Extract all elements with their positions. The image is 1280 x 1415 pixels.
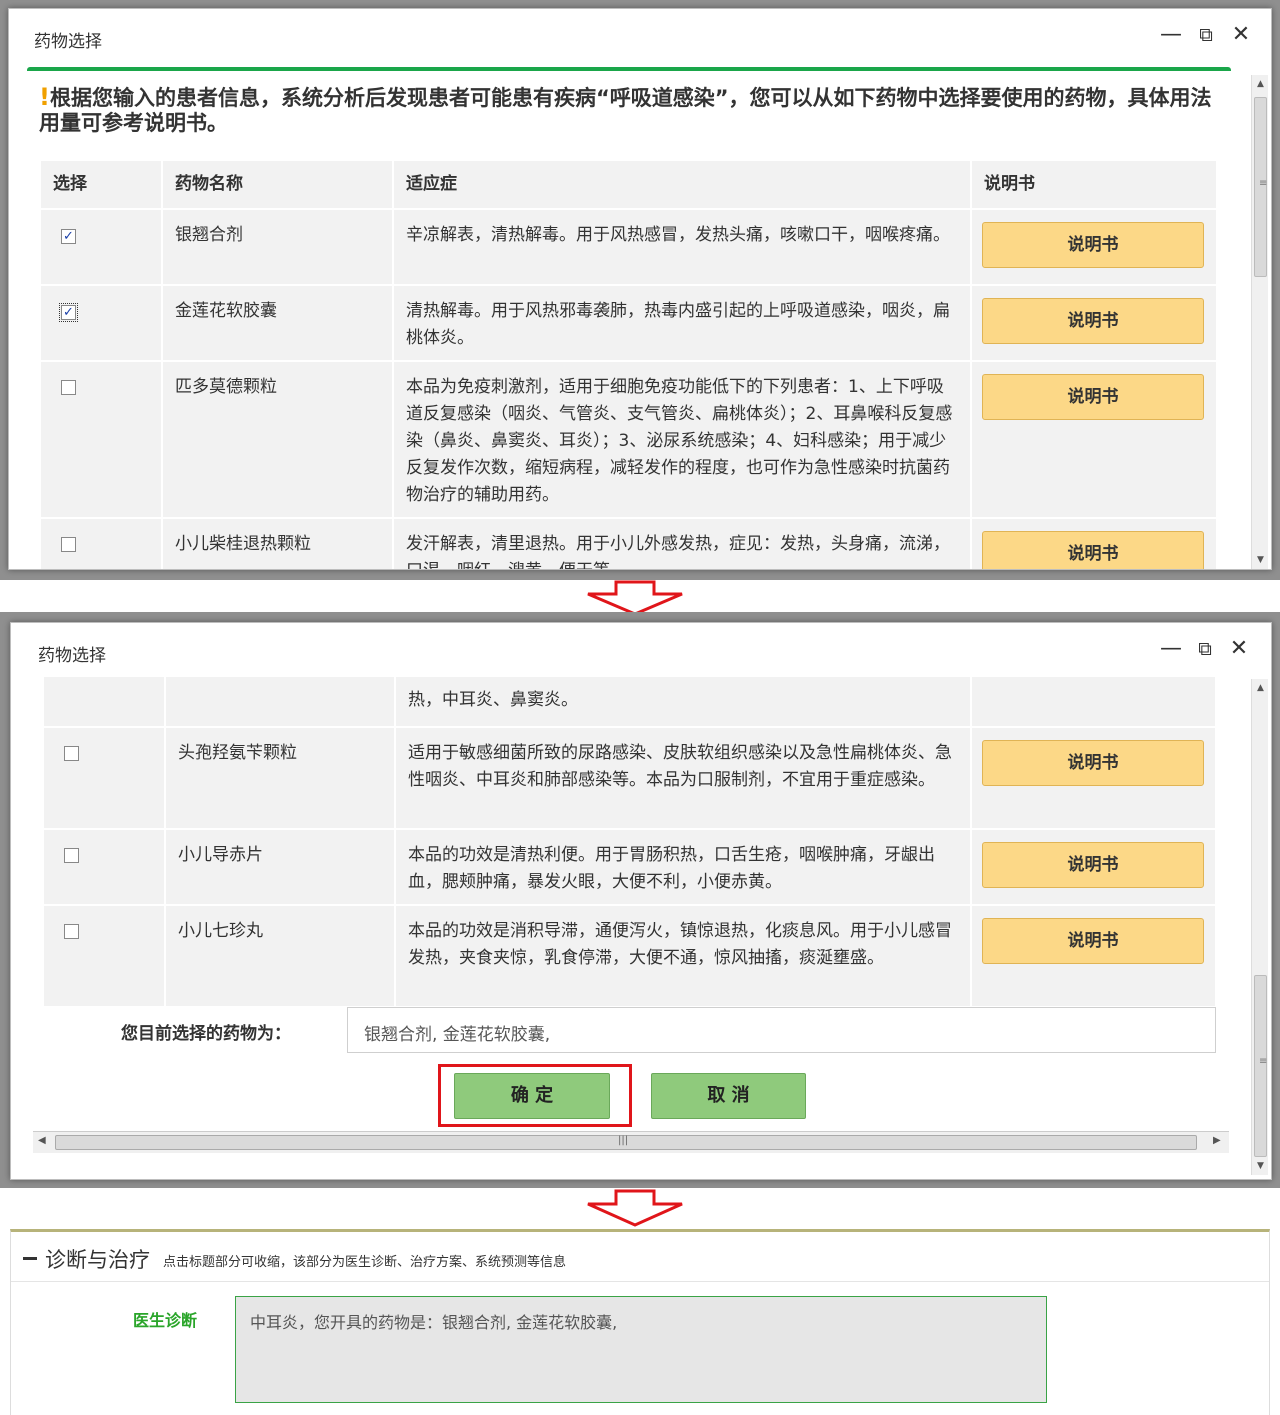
col-indication: 适应症: [393, 161, 972, 210]
scroll-thumb[interactable]: ≡: [1254, 975, 1267, 1157]
drug-indication: 清热解毒。用于风热邪毒袭肺，热毒内盛引起的上呼吸道感染，咽炎，扁桃体炎。: [393, 285, 972, 362]
ok-button[interactable]: 确 定: [454, 1073, 610, 1119]
flow-arrow-icon: [587, 580, 683, 616]
drug-indication: 适用于敏感细菌所致的尿路感染、皮肤软组织感染以及急性扁桃体炎、急性咽炎、中耳炎和…: [395, 727, 972, 830]
drug-indication: 本品的功效是清热利便。用于胃肠积热，口舌生疮，咽喉肿痛，牙龈出血，腮颊肿痛，暴发…: [395, 829, 972, 906]
drug-indication: 热，中耳炎、鼻窦炎。: [395, 677, 972, 728]
col-manual: 说明书: [971, 161, 1218, 210]
scroll-right-icon[interactable]: ▶: [1213, 1135, 1221, 1146]
notice-text: !根据您输入的患者信息，系统分析后发现患者可能患有疾病“呼吸道感染”，您可以从如…: [39, 85, 1219, 136]
dialog-titlebar: 药物选择 — ⧉ ✕: [11, 623, 1271, 677]
scroll-down-icon[interactable]: ▼: [1252, 553, 1269, 567]
manual-button[interactable]: 说明书: [982, 918, 1204, 964]
header-accent-line: [27, 67, 1231, 71]
diagnosis-section: 诊断与治疗 点击标题部分可收缩，该部分为医生诊断、治疗方案、系统预测等信息 医生…: [10, 1229, 1270, 1415]
scroll-thumb[interactable]: ≡: [1254, 97, 1267, 277]
row-checkbox[interactable]: [61, 537, 76, 552]
manual-button[interactable]: 说明书: [982, 298, 1204, 344]
drug-table-top: 选择 药物名称 适应症 说明书 ✓ 银翘合剂 辛凉解表，清热解毒。用于风热感冒，…: [41, 161, 1218, 569]
close-icon[interactable]: ✕: [1227, 637, 1251, 661]
scroll-up-icon[interactable]: ▲: [1252, 681, 1269, 695]
selected-label: 您目前选择的药物为：: [121, 1024, 291, 1044]
manual-button[interactable]: 说明书: [982, 222, 1204, 268]
row-checkbox[interactable]: [64, 924, 79, 939]
drug-name: 银翘合剂: [162, 209, 394, 286]
scroll-up-icon[interactable]: ▲: [1252, 77, 1269, 91]
notice-message: 根据您输入的患者信息，系统分析后发现患者可能患有疾病“呼吸道感染”，您可以从如下…: [39, 86, 1212, 135]
drug-table-bottom: 热，中耳炎、鼻窦炎。 头孢羟氨苄颗粒 适用于敏感细菌所致的尿路感染、皮肤软组织感…: [44, 677, 1217, 1008]
manual-button[interactable]: 说明书: [982, 374, 1204, 420]
drug-indication: 辛凉解表，清热解毒。用于风热感冒，发热头痛，咳嗽口干，咽喉疼痛。: [393, 209, 972, 286]
maximize-icon[interactable]: ⧉: [1193, 637, 1217, 661]
row-checkbox[interactable]: ✓: [61, 229, 76, 244]
close-icon[interactable]: ✕: [1229, 23, 1253, 47]
table-row: 头孢羟氨苄颗粒 适用于敏感细菌所致的尿路感染、皮肤软组织感染以及急性扁桃体炎、急…: [44, 727, 1217, 830]
table-row: 匹多莫德颗粒 本品为免疫刺激剂，适用于细胞免疫功能低下的下列患者：1、上下呼吸道…: [41, 361, 1218, 519]
diagnosis-textarea[interactable]: 中耳炎，您开具的药物是：银翘合剂, 金莲花软胶囊,: [235, 1296, 1047, 1403]
manual-button[interactable]: 说明书: [982, 842, 1204, 888]
drug-indication: 发汗解表，清里退热。用于小儿外感发热，症见：发热，头身痛，流涕，口渴，咽红，溲黄…: [393, 518, 972, 569]
drug-dialog-top: 药物选择 — ⧉ ✕ !根据您输入的患者信息，系统分析后发现患者可能患有疾病“呼…: [8, 8, 1272, 570]
drug-name: 头孢羟氨苄颗粒: [165, 727, 396, 830]
hscroll-thumb[interactable]: |||: [55, 1135, 1197, 1150]
drug-name: 小儿七珍丸: [165, 905, 396, 1008]
vertical-scrollbar[interactable]: ▲ ≡ ▼: [1251, 75, 1268, 569]
manual-button[interactable]: 说明书: [982, 531, 1204, 569]
scroll-left-icon[interactable]: ◀: [38, 1135, 46, 1146]
table-header: 选择 药物名称 适应症 说明书: [41, 161, 1218, 210]
drug-dialog-bottom: 药物选择 — ⧉ ✕ 热，中耳炎、鼻窦炎。 头孢羟氨苄颗粒 适用于敏感细菌所致的…: [10, 622, 1272, 1180]
table-row: 小儿七珍丸 本品的功效是消积导滞，通便泻火，镇惊退热，化痰息风。用于小儿感冒发热…: [44, 905, 1217, 1008]
row-checkbox[interactable]: [64, 746, 79, 761]
row-checkbox[interactable]: ✓: [59, 303, 78, 322]
drug-name: 小儿柴桂退热颗粒: [162, 518, 394, 569]
row-checkbox[interactable]: [64, 848, 79, 863]
drug-name: 金莲花软胶囊: [162, 285, 394, 362]
table-row: ✓ 金莲花软胶囊 清热解毒。用于风热邪毒袭肺，热毒内盛引起的上呼吸道感染，咽炎，…: [41, 285, 1218, 362]
drug-indication: 本品为免疫刺激剂，适用于细胞免疫功能低下的下列患者：1、上下呼吸道反复感染（咽炎…: [393, 361, 972, 519]
drug-name: 小儿导赤片: [165, 829, 396, 906]
flow-arrow-icon: [587, 1189, 683, 1227]
drug-name: 匹多莫德颗粒: [162, 361, 394, 519]
dialog-title: 药物选择: [34, 32, 102, 52]
manual-button[interactable]: 说明书: [982, 740, 1204, 786]
dialog-title: 药物选择: [38, 646, 106, 666]
section-subtitle: 点击标题部分可收缩，该部分为医生诊断、治疗方案、系统预测等信息: [163, 1255, 567, 1270]
minimize-icon[interactable]: —: [1159, 637, 1183, 661]
warning-icon: !: [39, 83, 50, 111]
maximize-icon[interactable]: ⧉: [1194, 23, 1218, 47]
cancel-button[interactable]: 取 消: [651, 1073, 806, 1119]
section-header[interactable]: 诊断与治疗 点击标题部分可收缩，该部分为医生诊断、治疗方案、系统预测等信息: [11, 1232, 1269, 1282]
col-select: 选择: [41, 161, 163, 210]
horizontal-scrollbar[interactable]: ◀ ||| ▶: [33, 1131, 1229, 1153]
minimize-icon[interactable]: —: [1159, 23, 1183, 47]
collapse-icon[interactable]: [23, 1257, 37, 1260]
section-title[interactable]: 诊断与治疗: [45, 1244, 150, 1274]
table-row: ✓ 银翘合剂 辛凉解表，清热解毒。用于风热感冒，发热头痛，咳嗽口干，咽喉疼痛。 …: [41, 209, 1218, 286]
col-name: 药物名称: [162, 161, 394, 210]
table-row: 小儿导赤片 本品的功效是清热利便。用于胃肠积热，口舌生疮，咽喉肿痛，牙龈出血，腮…: [44, 829, 1217, 906]
drug-indication: 本品的功效是消积导滞，通便泻火，镇惊退热，化痰息风。用于小儿感冒发热，夹食夹惊，…: [395, 905, 972, 1008]
table-row: 小儿柴桂退热颗粒 发汗解表，清里退热。用于小儿外感发热，症见：发热，头身痛，流涕…: [41, 518, 1218, 569]
vertical-scrollbar[interactable]: ▲ ≡ ▼: [1251, 679, 1268, 1175]
row-checkbox[interactable]: [61, 380, 76, 395]
diagnosis-label: 医生诊断: [133, 1311, 198, 1330]
dialog-titlebar: 药物选择 — ⧉ ✕: [9, 9, 1271, 65]
table-row-partial: 热，中耳炎、鼻窦炎。: [44, 677, 1217, 728]
scroll-down-icon[interactable]: ▼: [1252, 1159, 1269, 1173]
selected-drugs-field[interactable]: 银翘合剂, 金莲花软胶囊,: [347, 1007, 1216, 1053]
